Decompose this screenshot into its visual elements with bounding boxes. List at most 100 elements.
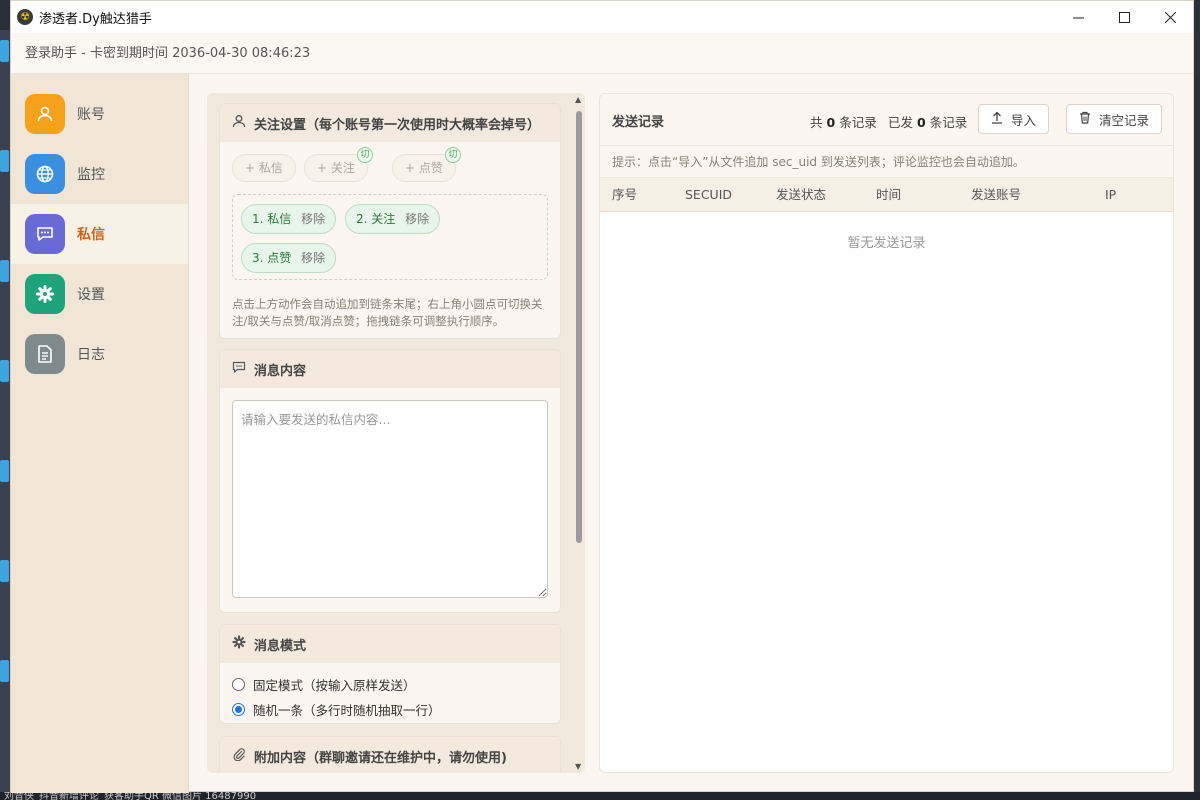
desktop-shortcut-icon[interactable] bbox=[0, 40, 9, 62]
message-textarea[interactable] bbox=[232, 400, 548, 598]
mode-fixed-label: 固定模式（按输入原样发送） bbox=[253, 678, 416, 693]
column-header-ip[interactable]: IP bbox=[1105, 178, 1116, 212]
column-header-secuid[interactable]: SECUID bbox=[685, 178, 732, 212]
sidebar-item-monitor[interactable]: 监控 bbox=[11, 144, 188, 204]
add-message-action-button[interactable]: + 私信 bbox=[232, 154, 296, 182]
toggle-follow-dot[interactable]: 切 bbox=[356, 147, 373, 163]
title-bar[interactable]: ☢ 渗透者.Dy触达猎手 bbox=[11, 1, 1193, 33]
app-window: ☢ 渗透者.Dy触达猎手 登录助手 - 卡密到期时间 2036-04-30 08… bbox=[10, 0, 1194, 793]
chain-remove-button[interactable]: 移除 bbox=[301, 251, 325, 265]
records-title: 发送记录 bbox=[612, 115, 665, 130]
desktop-shortcut-icon[interactable] bbox=[0, 660, 9, 682]
records-header: 发送记录 共 0 条记录 已发 0 条记录 导入 清空记录 bbox=[600, 94, 1173, 146]
desktop-shortcut-icon[interactable] bbox=[0, 560, 9, 582]
total-suffix: 条记录 bbox=[839, 115, 877, 130]
left-pane-scrollbar[interactable]: ▲ ▼ bbox=[573, 93, 585, 773]
sent-count: 已发 0 条记录 bbox=[888, 112, 967, 131]
chain-remove-button[interactable]: 移除 bbox=[405, 212, 429, 226]
sidebar-item-account[interactable]: 账号 bbox=[11, 84, 188, 144]
scroll-down-icon[interactable]: ▼ bbox=[575, 762, 581, 771]
maximize-icon bbox=[1118, 11, 1130, 23]
chain-item-label: 2. 关注 bbox=[356, 212, 396, 226]
column-header-index[interactable]: 序号 bbox=[612, 178, 637, 212]
mode-random-label: 随机一条（多行时随机抽取一行） bbox=[253, 703, 441, 718]
upload-icon bbox=[991, 111, 1003, 127]
close-button[interactable] bbox=[1147, 1, 1193, 33]
add-like-label: + 点赞 bbox=[405, 161, 443, 175]
column-header-time[interactable]: 时间 bbox=[876, 178, 901, 212]
scroll-up-icon[interactable]: ▲ bbox=[575, 95, 581, 104]
desktop-shortcut-icon[interactable] bbox=[0, 150, 9, 172]
total-count: 共 0 条记录 bbox=[810, 112, 877, 131]
sent-suffix: 条记录 bbox=[929, 115, 968, 130]
message-mode-card: 消息模式 固定模式（按输入原样发送） 随机一条（多行时随机抽取一行） bbox=[219, 624, 561, 724]
records-tip: 提示：点击“导入”从文件追加 sec_uid 到发送列表；评论监控也会自动追加。 bbox=[600, 146, 1173, 178]
add-like-action-button[interactable]: + 点赞 切 bbox=[392, 147, 461, 182]
sent-prefix: 已发 bbox=[888, 115, 914, 130]
add-follow-action-button[interactable]: + 关注 切 bbox=[304, 147, 373, 182]
action-chain: 1. 私信 移除 2. 关注 移除 3. 点赞 移除 bbox=[232, 194, 548, 280]
chain-item[interactable]: 2. 关注 移除 bbox=[345, 204, 441, 234]
desktop-shortcut-icon[interactable] bbox=[0, 260, 9, 282]
settings-panel: 关注设置（每个账号第一次使用时大概率会掉号） + 私信 + 关注 切 + 点赞 … bbox=[207, 93, 585, 773]
sidebar-item-messages[interactable]: 私信 bbox=[11, 204, 188, 264]
desktop-shortcut-icon[interactable] bbox=[0, 360, 9, 382]
minimize-icon bbox=[1072, 17, 1084, 18]
message-mode-title: 消息模式 bbox=[254, 638, 307, 654]
minimize-button[interactable] bbox=[1055, 1, 1101, 33]
import-button[interactable]: 导入 bbox=[978, 104, 1050, 134]
follow-settings-header: 关注设置（每个账号第一次使用时大概率会掉号） bbox=[220, 104, 560, 142]
mode-random-option[interactable]: 随机一条（多行时随机抽取一行） bbox=[232, 700, 441, 719]
import-label: 导入 bbox=[1011, 112, 1037, 128]
column-header-status[interactable]: 发送状态 bbox=[776, 178, 826, 212]
paperclip-icon bbox=[232, 747, 246, 765]
clear-records-button[interactable]: 清空记录 bbox=[1066, 104, 1163, 134]
empty-records-message: 暂无发送记录 bbox=[847, 236, 926, 251]
mode-fixed-option[interactable]: 固定模式（按输入原样发送） bbox=[232, 675, 416, 694]
chat-icon bbox=[25, 214, 65, 254]
desktop-taskbar-strip: 刘音侠_抖音新增评论_获客助手QR 微信图片 16487990 bbox=[0, 792, 1200, 800]
close-icon bbox=[1164, 11, 1176, 23]
toggle-like-dot[interactable]: 切 bbox=[444, 147, 461, 163]
message-content-header: 消息内容 bbox=[220, 350, 560, 388]
add-follow-label: + 关注 bbox=[317, 161, 355, 175]
chat-icon bbox=[232, 360, 246, 378]
message-mode-header: 消息模式 bbox=[220, 625, 560, 663]
trash-icon bbox=[1079, 111, 1091, 127]
chain-item[interactable]: 3. 点赞 移除 bbox=[241, 243, 337, 273]
chain-hint: 点击上方动作会自动追加到链条末尾；右上角小圆点可切换关注/取关与点赞/取消点赞；… bbox=[232, 297, 543, 328]
license-info: 登录助手 - 卡密到期时间 2036-04-30 08:46:23 bbox=[11, 33, 1193, 74]
desktop-background bbox=[0, 30, 10, 800]
column-header-account[interactable]: 发送账号 bbox=[971, 178, 1021, 212]
scroll-thumb[interactable] bbox=[576, 111, 582, 543]
sidebar-item-settings[interactable]: 设置 bbox=[11, 264, 188, 324]
document-icon bbox=[25, 334, 65, 374]
message-content-card: 消息内容 bbox=[219, 349, 561, 613]
sidebar: 账号 监控 私信 设置 日志 bbox=[11, 74, 189, 793]
user-icon bbox=[25, 94, 65, 134]
sidebar-item-label: 设置 bbox=[77, 287, 105, 303]
follow-settings-title: 关注设置（每个账号第一次使用时大概率会掉号） bbox=[254, 117, 541, 133]
attach-content-title: 附加内容（群聊邀请还在维护中，请勿使用) bbox=[254, 750, 507, 766]
globe-icon bbox=[25, 154, 65, 194]
sidebar-item-label: 日志 bbox=[77, 347, 105, 363]
gear-icon bbox=[232, 635, 246, 653]
sidebar-item-logs[interactable]: 日志 bbox=[11, 324, 188, 384]
total-prefix: 共 bbox=[810, 115, 823, 130]
user-icon bbox=[232, 114, 246, 132]
radio-unchecked[interactable] bbox=[232, 678, 245, 691]
clear-records-label: 清空记录 bbox=[1099, 112, 1150, 128]
chain-item-label: 1. 私信 bbox=[252, 212, 292, 226]
sidebar-item-label: 私信 bbox=[77, 227, 105, 243]
message-content-title: 消息内容 bbox=[254, 363, 307, 379]
chain-item[interactable]: 1. 私信 移除 bbox=[241, 204, 337, 234]
follow-settings-card: 关注设置（每个账号第一次使用时大概率会掉号） + 私信 + 关注 切 + 点赞 … bbox=[219, 103, 561, 339]
attach-content-header: 附加内容（群聊邀请还在维护中，请勿使用) bbox=[220, 737, 560, 773]
sidebar-item-label: 账号 bbox=[77, 107, 105, 123]
maximize-button[interactable] bbox=[1101, 1, 1147, 33]
gear-icon bbox=[25, 274, 65, 314]
window-title: 渗透者.Dy触达猎手 bbox=[39, 11, 152, 27]
desktop-shortcut-icon[interactable] bbox=[0, 460, 9, 482]
radio-checked[interactable] bbox=[232, 703, 245, 716]
chain-remove-button[interactable]: 移除 bbox=[301, 212, 325, 226]
